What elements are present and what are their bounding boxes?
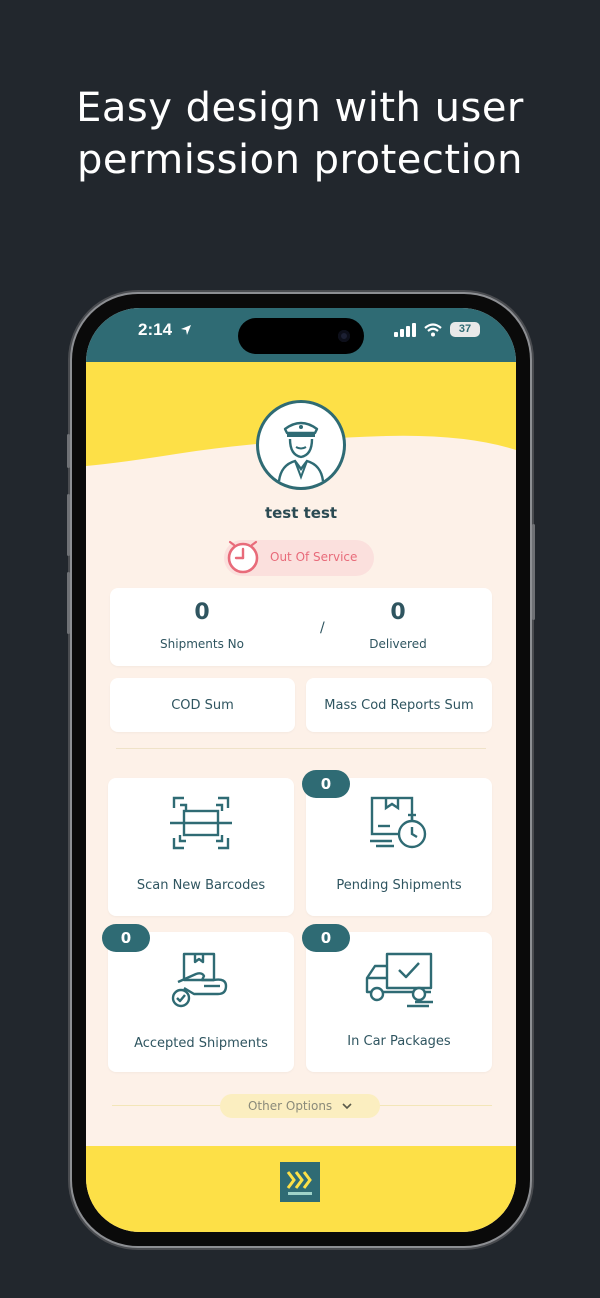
shipments-no-block: 0 Shipments No — [110, 588, 294, 666]
other-options-label: Other Options — [247, 1099, 333, 1113]
shipments-stats-card: 0 Shipments No / 0 Delivered — [110, 588, 492, 666]
mass-cod-reports-card[interactable]: Mass Cod Reports Sum — [306, 678, 492, 732]
accepted-shipments-tile[interactable]: Accepted Shipments — [108, 932, 294, 1072]
status-indicators: 37 — [394, 322, 480, 337]
mass-cod-reports-label: Mass Cod Reports Sum — [324, 698, 474, 713]
accepted-shipments-badge: 0 — [102, 924, 150, 952]
scan-new-barcodes-tile[interactable]: Scan New Barcodes — [108, 778, 294, 916]
volume-up-button — [67, 494, 70, 556]
mute-switch — [67, 434, 70, 468]
cod-sum-card[interactable]: COD Sum — [110, 678, 295, 732]
chevron-down-icon — [342, 1103, 352, 1110]
pending-box-timer-icon — [370, 796, 427, 849]
headline-line-2: permission protection — [77, 137, 523, 183]
pending-shipments-badge: 0 — [302, 770, 350, 798]
battery-icon: 37 — [450, 322, 480, 337]
dynamic-island — [238, 318, 364, 354]
phone-frame: 2:14 37 test test Out Of Service 0 Shipm… — [67, 294, 535, 1246]
status-bar: 2:14 37 — [86, 308, 516, 362]
front-camera — [338, 330, 350, 342]
status-time: 2:14 — [138, 320, 192, 340]
other-options-button[interactable]: Other Options — [220, 1094, 380, 1118]
hand-box-check-icon — [171, 952, 228, 1008]
pending-shipments-tile[interactable]: Pending Shipments — [306, 778, 492, 916]
headline: Easy design with user permission protect… — [0, 82, 600, 186]
shipments-no-label: Shipments No — [160, 637, 244, 651]
volume-down-button — [67, 572, 70, 634]
bottom-bar — [86, 1146, 516, 1232]
service-status-label: Out Of Service — [270, 550, 358, 564]
power-button — [532, 524, 535, 620]
clock-icon — [227, 540, 259, 574]
service-status-badge[interactable]: Out Of Service — [224, 540, 374, 576]
app-screen: 2:14 37 test test Out Of Service 0 Shipm… — [86, 308, 516, 1232]
delivered-block: 0 Delivered — [306, 588, 490, 666]
location-arrow-icon — [180, 325, 191, 335]
scan-new-barcodes-label: Scan New Barcodes — [136, 878, 266, 893]
in-car-packages-tile[interactable]: In Car Packages — [306, 932, 492, 1072]
avatar[interactable] — [256, 400, 346, 490]
signal-icon — [394, 322, 416, 337]
user-name: test test — [264, 504, 338, 522]
delivery-truck-icon — [365, 952, 433, 1008]
app-logo-icon — [280, 1162, 320, 1202]
shipments-no-value: 0 — [194, 600, 210, 625]
wifi-icon — [424, 322, 442, 336]
in-car-packages-badge: 0 — [302, 924, 350, 952]
pending-shipments-label: Pending Shipments — [336, 878, 462, 893]
delivered-label: Delivered — [369, 637, 427, 651]
courier-avatar-icon — [277, 421, 325, 482]
section-divider — [116, 748, 486, 749]
barcode-scan-icon — [170, 796, 232, 850]
in-car-packages-label: In Car Packages — [347, 1034, 451, 1049]
app-logo[interactable] — [280, 1162, 320, 1202]
headline-line-1: Easy design with user — [76, 85, 524, 131]
cod-sum-label: COD Sum — [171, 698, 234, 713]
accepted-shipments-label: Accepted Shipments — [134, 1036, 268, 1051]
delivered-value: 0 — [390, 600, 406, 625]
